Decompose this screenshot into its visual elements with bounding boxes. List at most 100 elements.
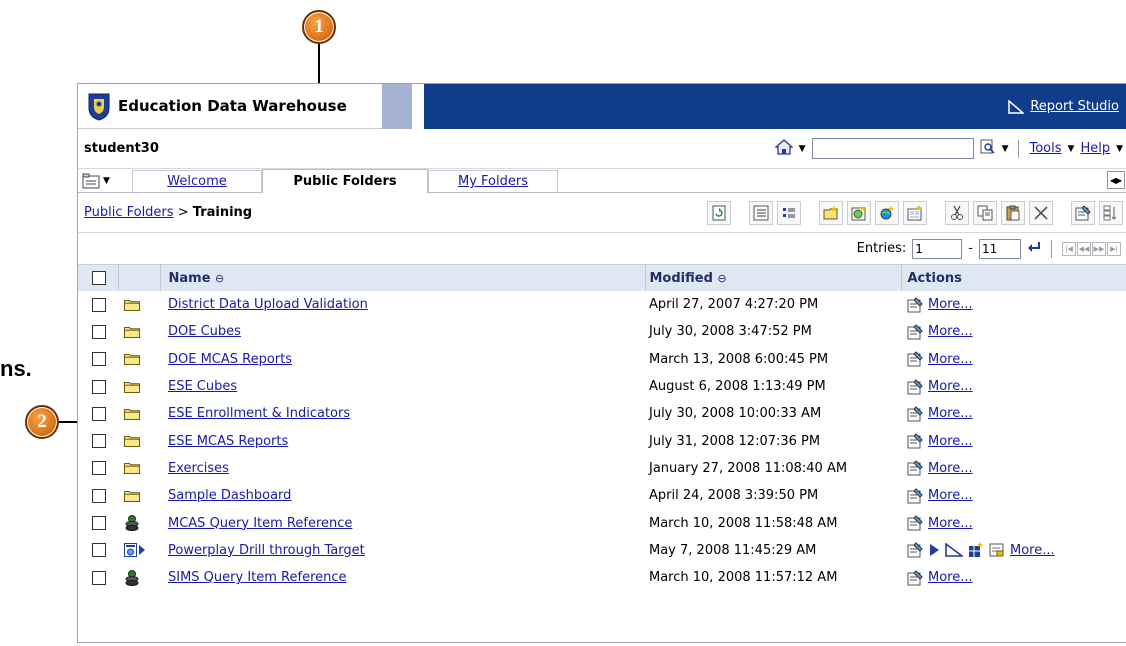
properties-icon[interactable] <box>907 351 923 367</box>
report-studio-icon[interactable] <box>945 543 963 558</box>
search-options-chevron-down-icon[interactable]: ▼ <box>1002 144 1009 154</box>
entries-to-input[interactable] <box>979 238 1021 259</box>
tools-menu[interactable]: Tools <box>1029 141 1061 156</box>
list-view-button[interactable] <box>749 201 773 225</box>
more-actions-link[interactable]: More... <box>928 516 973 531</box>
properties-icon[interactable] <box>907 542 923 558</box>
entry-name-link[interactable]: MCAS Query Item Reference <box>168 516 352 531</box>
entry-name-link[interactable]: ESE Enrollment & Indicators <box>168 406 350 421</box>
entry-name-link[interactable]: Exercises <box>168 461 229 476</box>
set-properties-button[interactable] <box>1071 201 1095 225</box>
folder-icon <box>124 326 140 338</box>
home-menu-chevron-down-icon[interactable]: ▼ <box>799 144 806 154</box>
entries-from-input[interactable] <box>912 238 963 259</box>
help-chevron-down-icon[interactable]: ▼ <box>1116 144 1123 154</box>
row-checkbox[interactable] <box>92 434 106 449</box>
row-checkbox[interactable] <box>92 516 106 531</box>
help-menu[interactable]: Help <box>1080 141 1110 156</box>
delete-button[interactable] <box>1029 201 1053 225</box>
first-page-icon[interactable]: |◀ <box>1062 241 1076 256</box>
more-actions-link[interactable]: More... <box>928 379 973 394</box>
entry-name-link[interactable]: Sample Dashboard <box>168 488 291 503</box>
entry-name-link[interactable]: ESE Cubes <box>168 379 237 394</box>
home-button[interactable] <box>773 138 794 159</box>
new-folder-icon <box>823 206 838 220</box>
entry-name-link[interactable]: ESE MCAS Reports <box>168 434 288 449</box>
tab-my-folders[interactable]: My Folders <box>428 170 558 192</box>
breadcrumb-current: Training <box>192 205 253 220</box>
properties-icon[interactable] <box>907 378 923 395</box>
folder-icon <box>124 299 140 311</box>
row-checkbox[interactable] <box>92 461 106 476</box>
row-checkbox[interactable] <box>92 297 106 312</box>
more-actions-link[interactable]: More... <box>928 297 973 312</box>
select-all-checkbox[interactable] <box>92 271 106 285</box>
run-icon[interactable] <box>928 543 940 557</box>
row-checkbox[interactable] <box>92 379 106 394</box>
next-page-icon[interactable]: ▶▶ <box>1092 241 1106 256</box>
entry-name-link[interactable]: SIMS Query Item Reference <box>168 570 347 585</box>
view-output-icon[interactable] <box>989 542 1005 558</box>
entry-name-link[interactable]: DOE Cubes <box>168 324 241 339</box>
breadcrumb-public-folders[interactable]: Public Folders <box>84 205 174 220</box>
paste-button[interactable] <box>1001 201 1025 225</box>
row-checkbox[interactable] <box>92 543 106 558</box>
row-checkbox[interactable] <box>92 324 106 339</box>
order-button[interactable] <box>1099 201 1123 225</box>
table-header-row: Name ⊖ Modified ⊖ Actions <box>78 265 1126 291</box>
cut-button[interactable] <box>945 201 969 225</box>
properties-icon[interactable] <box>907 406 923 422</box>
properties-icon[interactable] <box>907 569 923 586</box>
row-checkbox[interactable] <box>92 488 106 503</box>
breadcrumb-separator: > <box>177 205 189 220</box>
properties-icon[interactable] <box>907 324 923 340</box>
properties-icon[interactable] <box>907 433 923 449</box>
row-checkbox[interactable] <box>92 406 106 421</box>
properties-icon[interactable] <box>907 296 923 313</box>
more-actions-link[interactable]: More... <box>928 352 973 367</box>
more-actions-link[interactable]: More... <box>928 488 973 503</box>
new-url-button[interactable] <box>875 201 899 225</box>
refresh-button[interactable] <box>707 201 731 225</box>
entry-name-link[interactable]: District Data Upload Validation <box>168 297 368 312</box>
details-view-button[interactable] <box>777 201 801 225</box>
more-actions-link[interactable]: More... <box>928 434 973 449</box>
user-name: student30 <box>84 141 159 156</box>
entry-name-link[interactable]: Powerplay Drill through Target <box>168 543 365 558</box>
copy-icon <box>977 205 993 221</box>
previous-page-icon[interactable]: ◀◀ <box>1077 241 1091 256</box>
tab-welcome[interactable]: Welcome <box>132 170 262 192</box>
row-checkbox[interactable] <box>92 570 106 585</box>
copy-button[interactable] <box>973 201 997 225</box>
tools-chevron-down-icon[interactable]: ▼ <box>1068 144 1075 154</box>
more-actions-link[interactable]: More... <box>1010 543 1055 558</box>
more-actions-link[interactable]: More... <box>928 324 973 339</box>
entries-table: Name ⊖ Modified ⊖ Actions District Data … <box>78 265 1126 591</box>
properties-icon[interactable] <box>907 515 923 531</box>
name-column-header[interactable]: Name ⊖ <box>160 265 646 291</box>
more-actions-link[interactable]: More... <box>928 570 973 585</box>
more-actions-link[interactable]: More... <box>928 461 973 476</box>
tab-scroll-button[interactable]: ◀▶ <box>1107 171 1125 189</box>
package-icon <box>125 515 139 532</box>
table-row: MCAS Query Item Reference March 10, 2008 … <box>78 509 1126 536</box>
last-page-icon[interactable]: ▶| <box>1107 241 1121 256</box>
report-studio-link[interactable]: Report Studio <box>1008 99 1119 114</box>
analysis-studio-icon[interactable] <box>968 542 984 558</box>
entry-name-link[interactable]: DOE MCAS Reports <box>168 352 292 367</box>
folder-icon <box>124 408 140 420</box>
new-job-button[interactable] <box>847 201 871 225</box>
entries-go-button[interactable] <box>1027 241 1041 257</box>
modified-column-header[interactable]: Modified ⊖ <box>645 265 902 291</box>
search-button[interactable] <box>980 139 996 159</box>
more-actions-link[interactable]: More... <box>928 406 973 421</box>
new-page-button[interactable] <box>903 201 927 225</box>
tab-public-folders[interactable]: Public Folders <box>262 169 428 193</box>
search-input[interactable] <box>811 138 974 159</box>
tab-menu-button[interactable]: ▼ <box>82 170 122 192</box>
row-checkbox[interactable] <box>92 352 106 367</box>
properties-icon[interactable] <box>907 488 923 504</box>
properties-icon[interactable] <box>907 460 923 476</box>
banner: Education Data Warehouse Report Studio <box>78 84 1126 129</box>
new-folder-button[interactable] <box>819 201 843 225</box>
